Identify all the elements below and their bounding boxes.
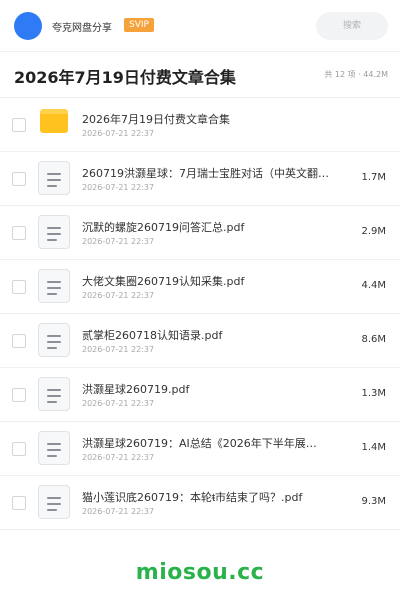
svip-badge: SVIP — [124, 18, 154, 32]
file-date: 2026-07-21 22:37 — [82, 453, 155, 462]
file-date: 2026-07-21 22:37 — [82, 129, 155, 138]
file-size: 4.4M — [361, 280, 386, 291]
select-checkbox[interactable] — [12, 280, 26, 294]
select-checkbox[interactable] — [12, 172, 26, 186]
file-size: 9.3M — [361, 496, 386, 507]
file-name: 2026年7月19日付费文章合集 — [82, 113, 230, 126]
document-icon — [38, 269, 70, 303]
username[interactable]: 夸克网盘分享 — [52, 19, 112, 34]
list-item-folder[interactable]: 2026年7月19日付费文章合集 2026-07-21 22:37 — [0, 98, 400, 152]
file-date: 2026-07-21 22:37 — [82, 291, 155, 300]
list-item[interactable]: 贰掌柜260718认知语录.pdf 2026-07-21 22:37 8.6M — [0, 314, 400, 368]
file-date: 2026-07-21 22:37 — [82, 183, 155, 192]
list-item[interactable]: 260719洪灏星球：7月瑞士宝胜对话（中英文翻译… 2026-07-21 22… — [0, 152, 400, 206]
folder-header: 2026年7月19日付费文章合集 共 12 项 · 44.2M — [0, 52, 400, 98]
file-size: 1.7M — [361, 172, 386, 183]
select-checkbox[interactable] — [12, 226, 26, 240]
file-date: 2026-07-21 22:37 — [82, 507, 155, 516]
page-title: 2026年7月19日付费文章合集 — [14, 68, 236, 87]
list-item[interactable]: 洪灏星球260719：AI总结《2026年下半年展… 2026-07-21 22… — [0, 422, 400, 476]
list-item[interactable]: 猫小莲识底260719：本轮ᵵ市结束了吗？.pdf 2026-07-21 22:… — [0, 476, 400, 530]
file-summary: 共 12 项 · 44.2M — [324, 70, 388, 79]
file-size: 2.9M — [361, 226, 386, 237]
select-checkbox[interactable] — [12, 388, 26, 402]
file-name: 洪灏星球260719.pdf — [82, 383, 190, 396]
file-list: 2026年7月19日付费文章合集 2026-07-21 22:37 260719… — [0, 98, 400, 530]
file-name: 贰掌柜260718认知语录.pdf — [82, 329, 223, 342]
avatar[interactable] — [14, 12, 42, 40]
folder-icon — [40, 109, 68, 133]
select-checkbox[interactable] — [12, 118, 26, 132]
list-item[interactable]: 大佬文集圈260719认知采集.pdf 2026-07-21 22:37 4.4… — [0, 260, 400, 314]
document-icon — [38, 323, 70, 357]
list-item[interactable]: 洪灏星球260719.pdf 2026-07-21 22:37 1.3M — [0, 368, 400, 422]
select-checkbox[interactable] — [12, 496, 26, 510]
file-size: 8.6M — [361, 334, 386, 345]
file-name: 大佬文集圈260719认知采集.pdf — [82, 275, 245, 288]
select-checkbox[interactable] — [12, 442, 26, 456]
file-name: 洪灏星球260719：AI总结《2026年下半年展… — [82, 437, 317, 450]
document-icon — [38, 485, 70, 519]
document-icon — [38, 431, 70, 465]
file-name: 猫小莲识底260719：本轮ᵵ市结束了吗？.pdf — [82, 491, 303, 504]
document-icon — [38, 215, 70, 249]
site-watermark: miosou.cc — [135, 560, 265, 585]
top-bar: 夸克网盘分享 SVIP 搜索 — [0, 0, 400, 52]
document-icon — [38, 377, 70, 411]
file-date: 2026-07-21 22:37 — [82, 399, 155, 408]
document-icon — [38, 161, 70, 195]
file-size: 1.4M — [361, 442, 386, 453]
select-checkbox[interactable] — [12, 334, 26, 348]
file-name: 沉默的螺旋260719问答汇总.pdf — [82, 221, 245, 234]
list-item[interactable]: 沉默的螺旋260719问答汇总.pdf 2026-07-21 22:37 2.9… — [0, 206, 400, 260]
file-date: 2026-07-21 22:37 — [82, 345, 155, 354]
file-date: 2026-07-21 22:37 — [82, 237, 155, 246]
file-name: 260719洪灏星球：7月瑞士宝胜对话（中英文翻译… — [82, 167, 338, 180]
search-input[interactable]: 搜索 — [316, 12, 388, 40]
file-size: 1.3M — [361, 388, 386, 399]
